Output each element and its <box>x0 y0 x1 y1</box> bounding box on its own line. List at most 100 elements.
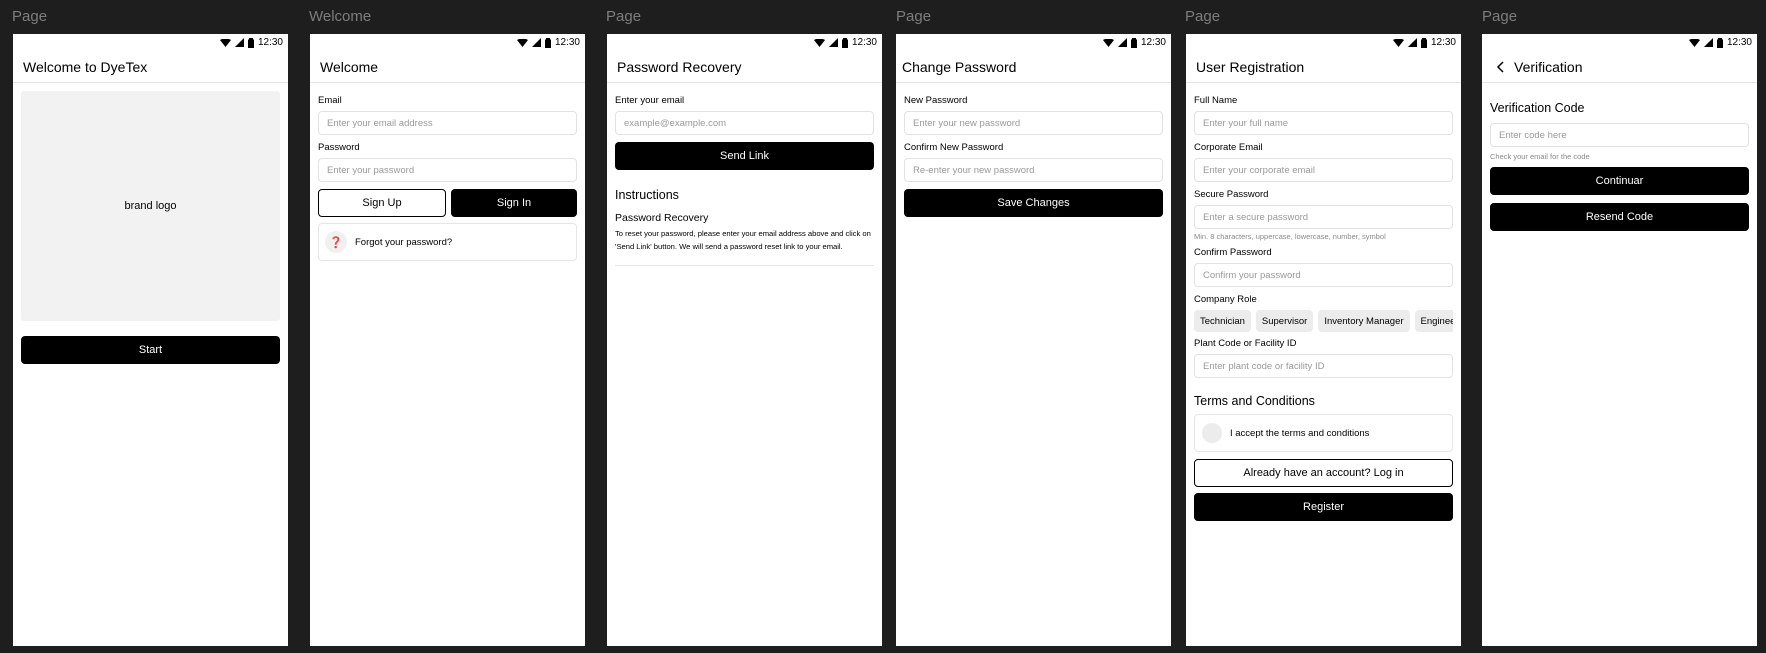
password-requirements-hint: Min. 8 characters, uppercase, lowercase,… <box>1194 232 1386 241</box>
new-password-label: New Password <box>904 95 968 106</box>
email-input[interactable]: example@example.com <box>615 111 874 135</box>
corporate-email-input[interactable]: Enter your corporate email <box>1194 158 1453 182</box>
back-arrow-icon[interactable] <box>1492 59 1508 75</box>
wifi-icon <box>516 38 528 47</box>
question-icon: ❓ <box>325 231 347 253</box>
battery-icon <box>1420 37 1427 48</box>
recovery-text: To reset your password, please enter you… <box>615 229 871 251</box>
app-bar: Welcome <box>310 51 585 83</box>
password-input[interactable]: Enter your password <box>318 158 577 182</box>
plant-code-label: Plant Code or Facility ID <box>1194 338 1297 349</box>
confirm-password-label: Confirm Password <box>1194 247 1272 258</box>
verification-code-input[interactable]: Enter code here <box>1490 123 1749 147</box>
email-label: Enter your email <box>615 95 685 106</box>
battery-icon <box>247 37 254 48</box>
instructions-heading: Instructions <box>615 188 679 202</box>
status-time: 12:30 <box>1430 37 1456 48</box>
sign-in-button[interactable]: Sign In <box>451 189 577 217</box>
signal-icon <box>234 38 244 47</box>
status-bar: 12:30 <box>1482 34 1757 51</box>
brand-logo-placeholder: brand logo <box>21 91 280 321</box>
verification-code-heading: Verification Code <box>1490 101 1585 115</box>
status-bar: 12:30 <box>13 34 288 51</box>
welcome-screen: 12:30 Welcome Email Enter your email add… <box>310 34 585 646</box>
secure-password-input[interactable]: Enter a secure password <box>1194 205 1453 229</box>
battery-icon <box>544 37 551 48</box>
role-chip-supervisor[interactable]: Supervisor <box>1255 310 1314 332</box>
frame-label: Page <box>12 8 48 25</box>
signal-icon <box>1407 38 1417 47</box>
start-button[interactable]: Start <box>21 336 280 364</box>
recovery-title: Password Recovery <box>615 212 709 224</box>
role-chip-group: Technician Supervisor Inventory Manager … <box>1194 310 1453 332</box>
frame-label: Page <box>896 8 932 25</box>
battery-icon <box>1130 37 1137 48</box>
status-time: 12:30 <box>851 37 877 48</box>
app-bar: Change Password <box>896 51 1171 83</box>
confirm-password-input[interactable]: Re-enter your new password <box>904 158 1163 182</box>
confirm-password-label: Confirm New Password <box>904 142 1004 153</box>
role-chip-technician[interactable]: Technician <box>1194 310 1251 332</box>
frame-label: Page <box>1482 8 1518 25</box>
battery-icon <box>841 37 848 48</box>
terms-heading: Terms and Conditions <box>1194 394 1315 408</box>
battery-icon <box>1716 37 1723 48</box>
corporate-email-label: Corporate Email <box>1194 142 1263 153</box>
email-input[interactable]: Enter your email address <box>318 111 577 135</box>
full-name-label: Full Name <box>1194 95 1238 106</box>
status-time: 12:30 <box>257 37 283 48</box>
company-role-label: Company Role <box>1194 294 1257 305</box>
save-changes-button[interactable]: Save Changes <box>904 189 1163 217</box>
app-bar: Password Recovery <box>607 51 882 83</box>
terms-checkbox-row[interactable]: I accept the terms and conditions <box>1194 414 1453 452</box>
confirm-password-input[interactable]: Confirm your password <box>1194 263 1453 287</box>
verification-screen: 12:30 Verification Verification Code Ent… <box>1482 34 1757 646</box>
app-bar: Welcome to DyeTex <box>13 51 288 83</box>
password-recovery-screen: 12:30 Password Recovery Enter your email… <box>607 34 882 646</box>
app-bar: Verification <box>1482 51 1757 83</box>
continue-button[interactable]: Continuar <box>1490 167 1749 195</box>
welcome-dyetex-screen: 12:30 Welcome to DyeTex brand logo Start <box>13 34 288 646</box>
forgot-password-link[interactable]: ❓ Forgot your password? <box>318 223 577 261</box>
status-time: 12:30 <box>554 37 580 48</box>
status-time: 12:30 <box>1140 37 1166 48</box>
role-chip-engineer[interactable]: Engineer <box>1414 310 1453 332</box>
plant-code-input[interactable]: Enter plant code or facility ID <box>1194 354 1453 378</box>
code-hint: Check your email for the code <box>1490 152 1590 161</box>
frame-label: Page <box>606 8 642 25</box>
wifi-icon <box>219 38 231 47</box>
full-name-input[interactable]: Enter your full name <box>1194 111 1453 135</box>
forgot-password-text: Forgot your password? <box>355 236 453 248</box>
login-link-button[interactable]: Already have an account? Log in <box>1194 459 1453 487</box>
send-link-button[interactable]: Send Link <box>615 142 874 170</box>
app-bar: User Registration <box>1186 51 1461 83</box>
instructions-card: Password Recovery To reset your password… <box>615 212 874 266</box>
page-title: Change Password <box>902 58 1017 75</box>
frame-label: Welcome <box>309 8 372 25</box>
new-password-input[interactable]: Enter your new password <box>904 111 1163 135</box>
status-bar: 12:30 <box>896 34 1171 51</box>
resend-code-button[interactable]: Resend Code <box>1490 203 1749 231</box>
user-registration-screen: 12:30 User Registration Full Name Enter … <box>1186 34 1461 646</box>
page-title: Verification <box>1514 58 1583 75</box>
signal-icon <box>828 38 838 47</box>
status-bar: 12:30 <box>1186 34 1461 51</box>
page-title: Welcome to DyeTex <box>23 58 148 75</box>
status-bar: 12:30 <box>607 34 882 51</box>
wifi-icon <box>1688 38 1700 47</box>
register-button[interactable]: Register <box>1194 493 1453 521</box>
sign-up-button[interactable]: Sign Up <box>318 189 446 217</box>
logo-text: brand logo <box>124 200 177 212</box>
role-chip-inventory-manager[interactable]: Inventory Manager <box>1318 310 1410 332</box>
email-label: Email <box>318 95 342 106</box>
wifi-icon <box>813 38 825 47</box>
wifi-icon <box>1102 38 1114 47</box>
status-time: 12:30 <box>1726 37 1752 48</box>
terms-checkbox[interactable] <box>1202 423 1222 443</box>
terms-text: I accept the terms and conditions <box>1230 427 1370 439</box>
page-title: Welcome <box>320 58 379 75</box>
status-bar: 12:30 <box>310 34 585 51</box>
signal-icon <box>1703 38 1713 47</box>
signal-icon <box>1117 38 1127 47</box>
page-title: Password Recovery <box>617 58 742 75</box>
